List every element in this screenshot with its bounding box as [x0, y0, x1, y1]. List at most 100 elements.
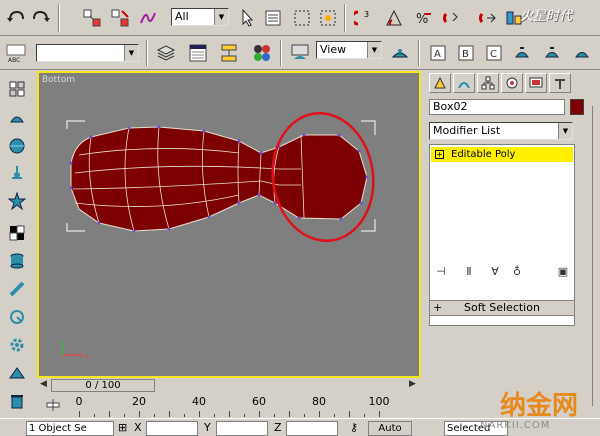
object-name-field[interactable]: Box02 — [429, 99, 565, 115]
angle-snap-icon[interactable] — [382, 6, 406, 30]
tab-utilities[interactable] — [549, 73, 571, 93]
ruler-tick — [379, 411, 380, 417]
command-panel-scrollbar[interactable] — [592, 106, 598, 406]
ruler-tick — [139, 411, 140, 417]
select-by-name-icon[interactable] — [261, 6, 285, 30]
modifier-stack[interactable]: + Editable Poly — [429, 144, 575, 326]
ruler-tick — [79, 411, 80, 417]
crossing-icon[interactable] — [316, 6, 340, 30]
command-tabs — [427, 73, 597, 95]
curve-editor-icon[interactable] — [186, 41, 210, 65]
ruler-label: 0 — [75, 395, 83, 408]
svg-text:B: B — [462, 49, 469, 60]
chevron-down-icon: ▼ — [558, 123, 572, 139]
named-selection-dropdown[interactable]: ▼ — [36, 44, 139, 62]
cylinder-icon[interactable] — [5, 249, 29, 273]
unlink-icon[interactable] — [108, 6, 132, 30]
make-unique-icon[interactable]: ∀ — [487, 263, 503, 279]
command-panel: Box02 Modifier List ▼ + Editable Poly ⊣ … — [424, 71, 600, 418]
percent-snap-icon[interactable]: % — [411, 6, 435, 30]
ruler-tick — [274, 414, 275, 417]
teapot-icon[interactable] — [5, 106, 29, 130]
sphere-icon[interactable] — [5, 134, 29, 158]
x-coord-field[interactable] — [146, 421, 198, 436]
y-coord-field[interactable] — [216, 421, 268, 436]
undo-icon[interactable] — [4, 6, 28, 30]
ruler-label: 40 — [192, 395, 206, 408]
frame-ruler: 0 20 40 60 80 100 — [75, 395, 390, 417]
expand-plus-icon[interactable]: + — [435, 150, 444, 159]
watermark-logo: 火星时代 — [520, 9, 573, 24]
poly-mesh[interactable] — [70, 126, 368, 232]
remove-modifier-icon[interactable]: ♁ — [509, 263, 525, 279]
configure-modifier-icon[interactable]: ▣ — [555, 263, 571, 279]
tab-motion[interactable] — [501, 73, 523, 93]
layers-icon[interactable] — [154, 41, 178, 65]
spinner-snap-icon[interactable] — [440, 6, 464, 30]
ruler-tick — [349, 411, 350, 417]
z-coord-field[interactable] — [286, 421, 338, 436]
time-slider[interactable]: 0 / 100 — [51, 379, 155, 392]
selection-filter-dropdown[interactable]: All ▼ — [171, 8, 229, 26]
reference-coord-dropdown[interactable]: View ▼ — [316, 41, 382, 59]
stack-toolbar: ⊣ Ⅱ ∀ ♁ ▣ — [429, 261, 575, 283]
snap-3d-icon[interactable]: 3 — [352, 6, 376, 30]
bind-space-warp-icon[interactable] — [136, 6, 160, 30]
star-shape-icon[interactable] — [5, 189, 29, 213]
secondary-toolbar: ABC ▼ View ▼ A B C — [0, 36, 600, 70]
quick-render-icon[interactable] — [388, 41, 412, 65]
auto-key-button[interactable]: Auto Key — [368, 421, 412, 436]
track-bar-key-icon[interactable] — [45, 397, 61, 413]
rect-region-icon[interactable] — [290, 6, 314, 30]
checker-icon[interactable] — [5, 221, 29, 245]
tube-icon[interactable] — [5, 277, 29, 301]
named-set-icon[interactable]: ABC — [4, 41, 28, 65]
snapshot-icon[interactable]: C — [482, 41, 506, 65]
teapot-quick-icon[interactable] — [570, 41, 594, 65]
tab-hierarchy[interactable] — [477, 73, 499, 93]
schematic-icon[interactable] — [217, 41, 241, 65]
tab-display[interactable] — [525, 73, 547, 93]
light-icon[interactable] — [5, 161, 29, 185]
select-object-icon[interactable] — [235, 6, 259, 30]
material-editor-icon[interactable] — [250, 41, 274, 65]
ruler-label: 100 — [368, 395, 390, 408]
bottom-viewport[interactable]: Bottom x — [37, 71, 421, 378]
soft-selection-rollout[interactable]: + Soft Selection — [429, 300, 575, 316]
hand-icon[interactable] — [5, 305, 29, 329]
show-end-result-icon[interactable]: Ⅱ — [461, 263, 477, 279]
gear-icon[interactable] — [5, 333, 29, 357]
chevron-down-icon: ▼ — [367, 42, 381, 58]
ruler-label: 80 — [312, 395, 326, 408]
tab-modify[interactable] — [453, 73, 475, 93]
track-bar[interactable]: 0 20 40 60 80 100 — [37, 395, 421, 417]
x-coord-label: X — [134, 421, 142, 434]
trash-icon[interactable] — [5, 389, 29, 413]
ruler-tick — [124, 414, 125, 417]
render-type-icon[interactable]: A — [426, 41, 450, 65]
mirror-icon[interactable] — [476, 6, 500, 30]
object-color-swatch[interactable] — [570, 99, 584, 115]
ruler-tick — [304, 414, 305, 417]
tab-create[interactable] — [429, 73, 451, 93]
modifier-list-dropdown[interactable]: Modifier List ▼ — [429, 122, 573, 140]
pin-stack-icon[interactable]: ⊣ — [433, 263, 449, 279]
utility-icon[interactable] — [5, 361, 29, 385]
ruler-tick — [364, 414, 365, 417]
teapot-active-icon[interactable] — [540, 41, 564, 65]
ruler-label: 60 — [252, 395, 266, 408]
create-geometry-icon[interactable] — [5, 77, 29, 101]
render-scene-icon[interactable] — [288, 41, 312, 65]
ruler-tick — [94, 414, 95, 417]
lock-icon[interactable]: ⊞ — [118, 421, 127, 434]
time-prev-icon[interactable]: ◀ — [40, 379, 47, 389]
time-next-icon[interactable]: ▶ — [409, 379, 416, 389]
stack-item-editable-poly[interactable]: + Editable Poly — [431, 147, 573, 162]
teapot-render-icon[interactable] — [510, 41, 534, 65]
svg-text:ABC: ABC — [8, 57, 20, 64]
key-icon[interactable]: ⚷ — [350, 421, 358, 434]
axis-tripod: x — [62, 341, 89, 360]
redo-icon[interactable] — [29, 6, 53, 30]
select-link-icon[interactable] — [80, 6, 104, 30]
render-last-icon[interactable]: B — [454, 41, 478, 65]
